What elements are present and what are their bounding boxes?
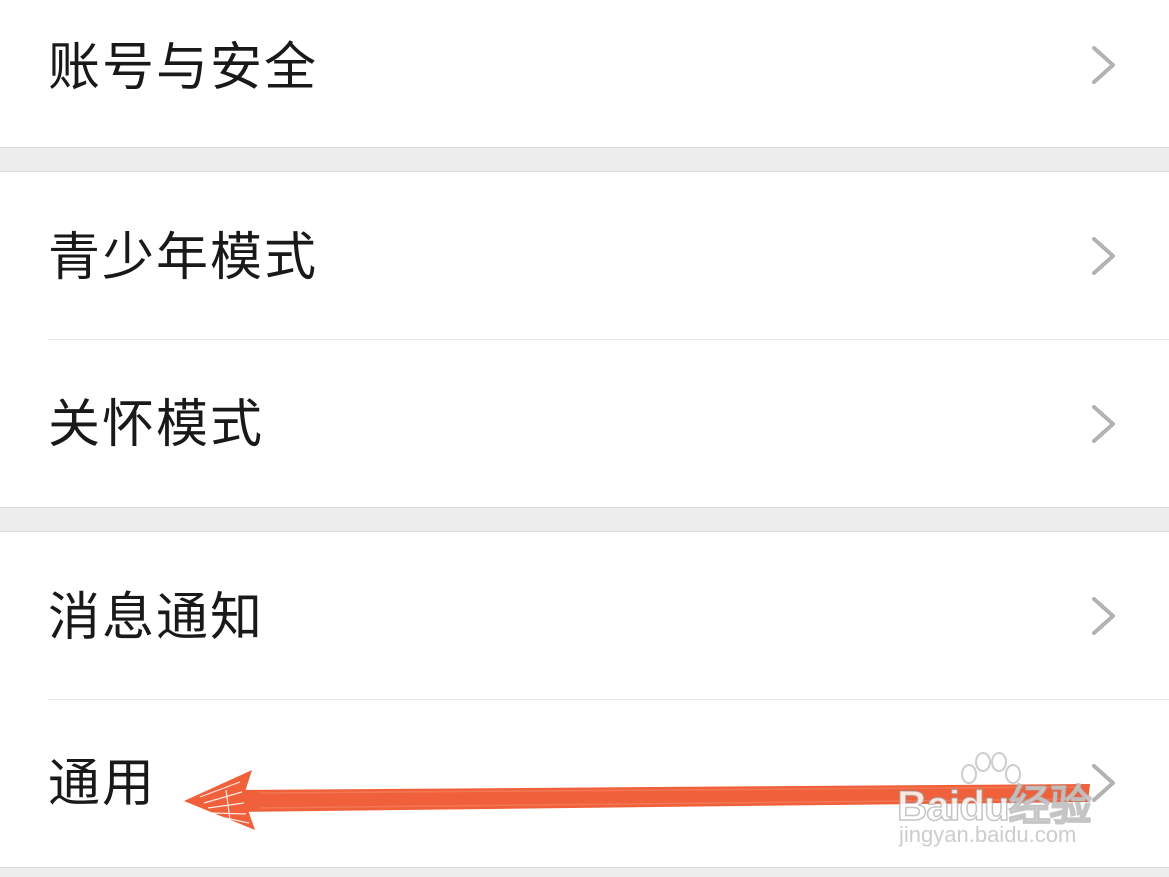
chevron-right-icon	[1092, 597, 1115, 635]
settings-group-account: 账号与安全	[0, 0, 1169, 147]
settings-group-modes: 青少年模式 关怀模式	[0, 172, 1169, 507]
row-account-security[interactable]: 账号与安全	[0, 0, 1169, 147]
settings-list: 账号与安全 青少年模式 关怀模式 消息通知 通用	[0, 0, 1169, 877]
row-teen-mode[interactable]: 青少年模式	[0, 172, 1169, 339]
chevron-right-icon	[1092, 237, 1115, 275]
chevron-right-icon	[1092, 764, 1115, 802]
row-label: 账号与安全	[48, 38, 319, 98]
row-general[interactable]: 通用	[0, 700, 1169, 867]
chevron-right-icon	[1092, 405, 1115, 443]
row-care-mode[interactable]: 关怀模式	[0, 340, 1169, 507]
row-label: 关怀模式	[48, 395, 265, 455]
row-label: 青少年模式	[48, 228, 319, 288]
row-label: 消息通知	[48, 588, 265, 648]
chevron-right-icon	[1092, 46, 1115, 84]
row-notifications[interactable]: 消息通知	[0, 532, 1169, 699]
group-border	[0, 507, 1169, 508]
group-border	[0, 147, 1169, 148]
group-border	[0, 867, 1169, 868]
row-label: 通用	[48, 754, 157, 814]
settings-group-general: 消息通知 通用	[0, 532, 1169, 867]
